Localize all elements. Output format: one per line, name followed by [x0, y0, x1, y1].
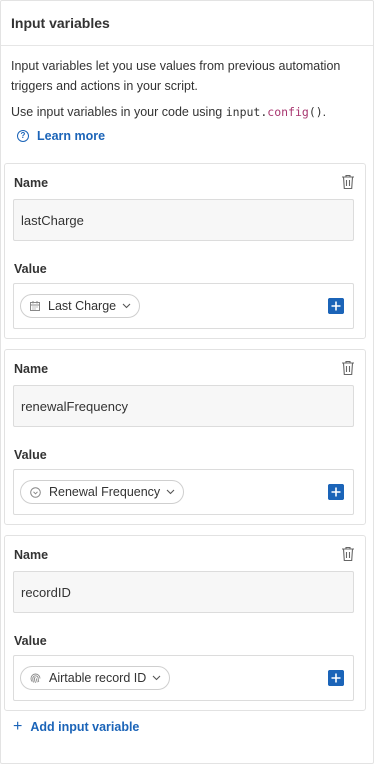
input-variable-card: Name recordID Value Airtable record ID [4, 535, 366, 711]
add-input-variable-label: Add input variable [30, 720, 140, 734]
add-token-button[interactable] [328, 484, 344, 500]
code-object: input. [225, 105, 268, 119]
input-variable-card: Name renewalFrequency Value Renewal Freq… [4, 349, 366, 525]
field-token[interactable]: Renewal Frequency [20, 480, 185, 504]
field-token-label: Airtable record ID [49, 671, 147, 685]
name-label: Name [14, 176, 49, 190]
help-icon: ? [17, 130, 29, 142]
panel-title: Input variables [1, 1, 373, 46]
trash-icon[interactable] [341, 546, 355, 562]
value-label: Value [14, 262, 47, 276]
variable-name-input[interactable]: lastCharge [13, 199, 354, 241]
chevron-down-icon [152, 675, 161, 681]
single-select-icon [30, 486, 41, 498]
value-field: Renewal Frequency [13, 469, 354, 515]
variable-name-input[interactable]: recordID [13, 571, 354, 613]
add-token-button[interactable] [328, 670, 344, 686]
intro-usage: Use input variables in your code using i… [11, 102, 363, 122]
field-token[interactable]: Last Charge [20, 294, 141, 318]
fingerprint-icon [30, 673, 41, 683]
code-method: config [267, 105, 309, 119]
learn-more-label: Learn more [37, 129, 106, 143]
intro-description: Input variables let you use values from … [11, 59, 341, 93]
trash-icon[interactable] [341, 174, 355, 190]
value-field: Last Charge [13, 283, 354, 329]
field-token[interactable]: Airtable record ID [20, 666, 171, 690]
add-token-button[interactable] [328, 298, 344, 314]
input-variables-panel: Input variables Input variables let you … [0, 0, 374, 764]
plus-icon: + [13, 718, 23, 735]
field-token-label: Renewal Frequency [49, 485, 161, 499]
code-parens: () [308, 105, 323, 119]
chevron-down-icon [166, 489, 175, 495]
code-snippet: input.config() [226, 105, 323, 119]
calendar-icon [30, 301, 40, 311]
input-variable-card: Name lastCharge Value Last Charge [4, 163, 366, 339]
usage-prefix: Use input variables in your code using [11, 105, 226, 119]
name-label: Name [14, 548, 49, 562]
variable-name-input[interactable]: renewalFrequency [13, 385, 354, 427]
field-token-label: Last Charge [48, 299, 117, 313]
intro-section: Input variables let you use values from … [1, 46, 373, 146]
value-label: Value [14, 634, 47, 648]
learn-more-link[interactable]: ? Learn more [17, 126, 363, 146]
value-label: Value [14, 448, 47, 462]
usage-suffix: . [322, 105, 327, 119]
name-label: Name [14, 362, 49, 376]
trash-icon[interactable] [341, 360, 355, 376]
chevron-down-icon [122, 303, 131, 309]
add-input-variable-button[interactable]: + Add input variable [13, 719, 139, 735]
value-field: Airtable record ID [13, 655, 354, 701]
